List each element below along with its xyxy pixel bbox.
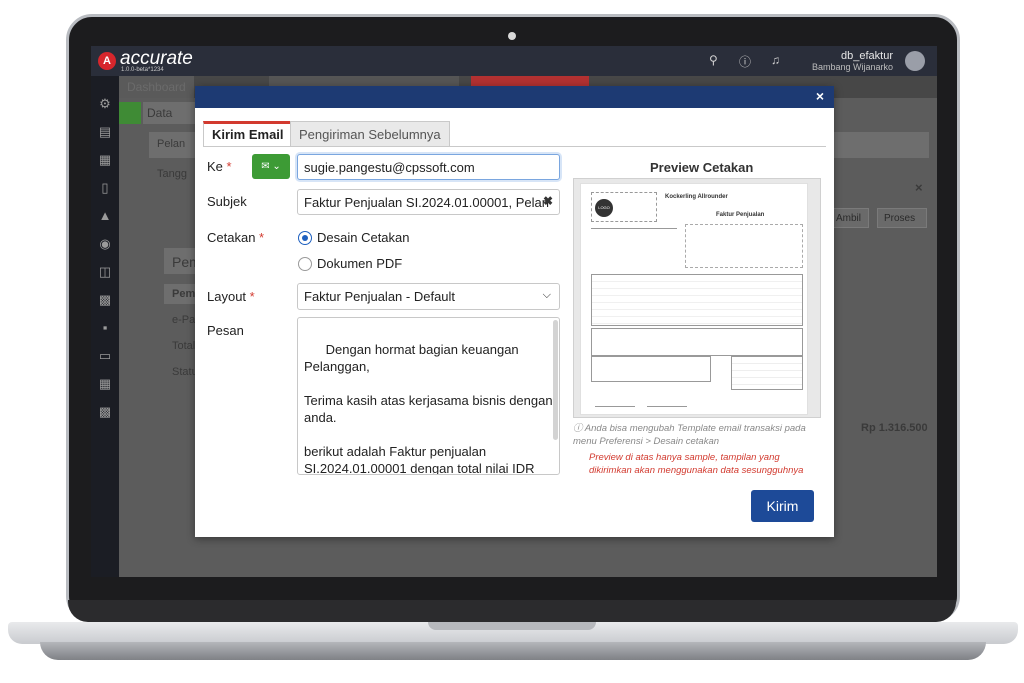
preview-customer (591, 228, 677, 242)
send-button[interactable]: Kirim (751, 490, 814, 522)
search-icon[interactable]: ⚲ (709, 53, 718, 67)
factory-icon[interactable]: ▪ (96, 320, 114, 336)
sidebar: ⚙ ▤ ▦ ▯ ▲ ◉ ◫ ▩ ▪ ▭ ▦ ▩ (91, 76, 119, 577)
layout-value: Faktur Penjualan - Default (304, 289, 456, 304)
layout-label: Layout * (207, 289, 255, 304)
calculator-icon[interactable]: ▦ (96, 376, 114, 392)
tab-data[interactable]: Data (143, 102, 203, 124)
warning-text: Preview di atas hanya sample, tampilan y… (589, 452, 804, 476)
email-dropdown-button[interactable]: ✉ ⌄ (252, 154, 290, 179)
sales-icon[interactable]: ▤ (96, 124, 114, 140)
layout-select[interactable]: Faktur Penjualan - Default ⌵ (297, 283, 560, 310)
preview-title: Preview Cetakan (650, 160, 754, 175)
list-icon[interactable] (119, 102, 141, 124)
bell-icon[interactable]: ♫ (771, 53, 780, 67)
invoice-preview: LOGO Kockerling Allrounder Faktur Penjua… (580, 183, 808, 415)
close-icon[interactable]: × (816, 88, 824, 104)
preview-logo: LOGO (595, 199, 613, 217)
bank-icon[interactable]: ▲ (96, 208, 114, 224)
preview-doc-title: Faktur Penjualan (716, 212, 765, 218)
radio-dokumen-pdf-label[interactable]: Dokumen PDF (317, 256, 402, 271)
total-amount: Rp 1.316.500 (861, 422, 928, 434)
preview-sign-line-2 (647, 406, 687, 407)
gear-icon[interactable]: ⚙ (96, 96, 114, 112)
avatar[interactable] (905, 51, 925, 71)
close-icon[interactable]: × (915, 180, 931, 196)
camera (508, 32, 516, 40)
to-input[interactable]: sugie.pangestu@cpssoft.com (297, 154, 560, 180)
proses-button[interactable]: Proses (877, 208, 927, 228)
user-name: Bambang Wijanarko (811, 62, 893, 72)
laptop-mockup: A accurate 1.0.0-beta*1234 ⚲ ⓘ ♫ db_efak… (0, 0, 1024, 683)
document-icon[interactable]: ▯ (96, 180, 114, 196)
radio-desain-cetakan[interactable] (298, 231, 312, 245)
preview-company: Kockerling Allrounder (665, 194, 728, 200)
subject-value: Faktur Penjualan SI.2024.01.00001, Pelan (304, 195, 550, 210)
cart-icon[interactable]: ◫ (96, 264, 114, 280)
to-label: Ke * (207, 159, 232, 174)
money-icon[interactable]: ◉ (96, 236, 114, 252)
preview-container: LOGO Kockerling Allrounder Faktur Penjua… (573, 178, 821, 418)
radio-dokumen-pdf[interactable] (298, 257, 312, 271)
help-icon[interactable]: ⓘ (739, 53, 751, 70)
scrollbar[interactable] (553, 320, 558, 440)
modal-titlebar: × (195, 86, 834, 108)
clear-icon[interactable]: ✖ (543, 194, 553, 208)
building-icon[interactable]: ▦ (96, 152, 114, 168)
preview-item-table (591, 274, 803, 326)
laptop-base-bottom (40, 642, 986, 660)
laptop-hinge (68, 600, 956, 622)
email-modal: × Kirim Email Pengiriman Sebelumnya Ke *… (195, 86, 834, 537)
preview-signature-box (591, 356, 711, 382)
chevron-down-icon: ⌵ (542, 289, 551, 301)
preview-info-box (685, 224, 803, 268)
tab-divider (203, 146, 826, 147)
radio-desain-cetakan-label[interactable]: Desain Cetakan (317, 230, 410, 245)
preview-notes (591, 328, 803, 356)
subject-input[interactable]: Faktur Penjualan SI.2024.01.00001, Pelan… (297, 189, 560, 215)
logo-icon: A (98, 52, 116, 70)
info-text: ⓘ Anda bisa mengubah Template email tran… (573, 423, 806, 447)
print-label: Cetakan * (207, 230, 265, 245)
message-label: Pesan (207, 323, 244, 338)
db-name[interactable]: db_efaktur (841, 50, 893, 62)
preview-totals (731, 356, 803, 390)
subject-label: Subjek (207, 194, 247, 209)
tab-pengiriman-sebelumnya[interactable]: Pengiriman Sebelumnya (290, 121, 450, 147)
preview-logo-box: LOGO (591, 192, 657, 222)
settings-doc-icon[interactable]: ▩ (96, 404, 114, 420)
report-icon[interactable]: ▭ (96, 348, 114, 364)
tab-kirim-email[interactable]: Kirim Email (203, 121, 293, 147)
preview-sign-line-1 (595, 406, 635, 407)
message-value: Dengan hormat bagian keuangan Pelanggan,… (304, 342, 553, 475)
laptop-notch (428, 622, 596, 630)
truck-icon[interactable]: ▩ (96, 292, 114, 308)
message-textarea[interactable]: Dengan hormat bagian keuangan Pelanggan,… (297, 317, 560, 475)
app-header: A accurate 1.0.0-beta*1234 ⚲ ⓘ ♫ db_efak… (91, 46, 937, 76)
app-version: 1.0.0-beta*1234 (121, 67, 164, 73)
tab-dashboard[interactable]: Dashboard (119, 76, 194, 98)
ambil-button[interactable]: Ambil (829, 208, 869, 228)
